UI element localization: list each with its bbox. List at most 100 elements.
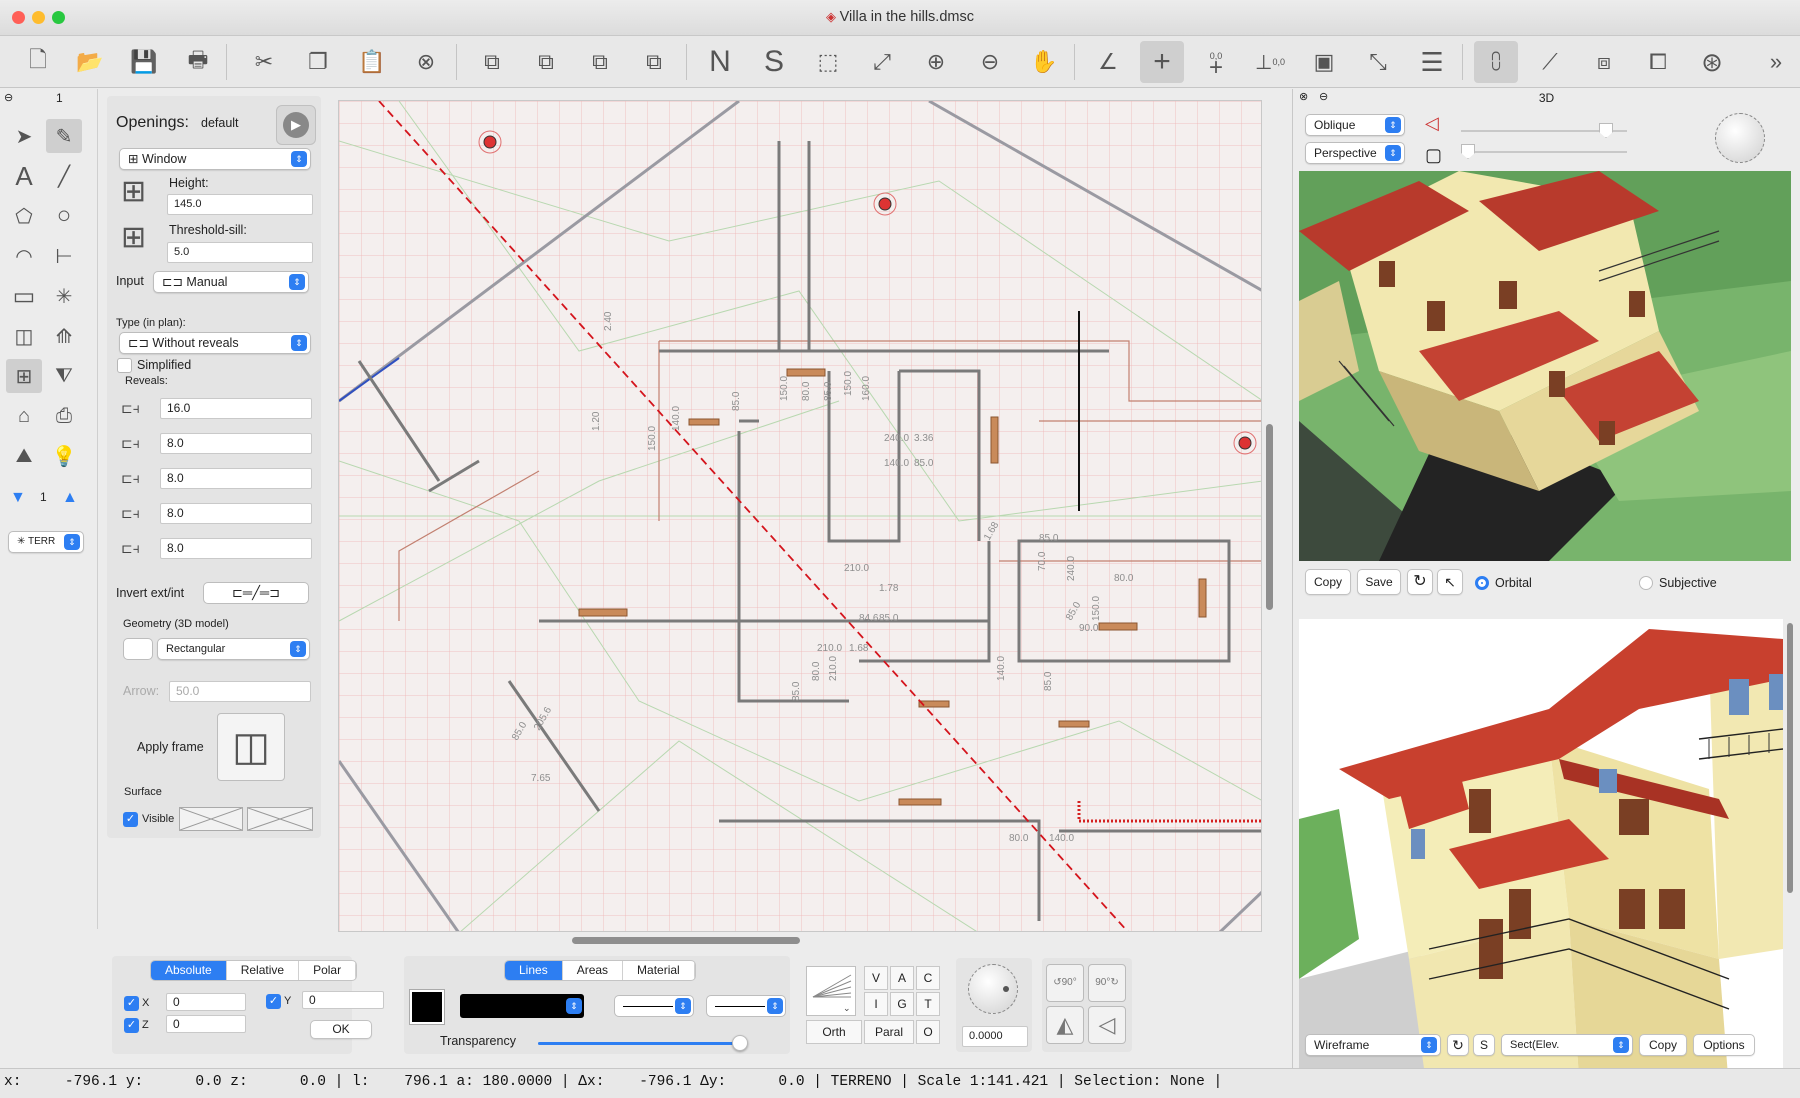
line-type-select[interactable]: ⇕ <box>614 995 694 1017</box>
orth-button[interactable]: Orth <box>806 1020 862 1044</box>
refresh-3d-icon[interactable]: ↻ <box>1447 1034 1469 1056</box>
paral-button[interactable]: Paral <box>864 1020 914 1044</box>
grid-snap-icon[interactable]: ⩇ <box>1474 41 1518 83</box>
tab-areas[interactable]: Areas <box>563 961 624 980</box>
opening-type-select[interactable]: ⊞ Window ⇕ <box>119 148 311 170</box>
angle-field[interactable]: 0.0000 <box>962 1026 1028 1047</box>
new-document-icon[interactable]: 🗋 <box>16 41 60 83</box>
dimension-tool-icon[interactable]: ⊢ <box>46 239 82 273</box>
light-tool-icon[interactable]: 💡 <box>46 439 82 473</box>
crosshair-icon[interactable]: + <box>1140 41 1184 83</box>
angle-dial[interactable] <box>968 964 1018 1014</box>
section-select[interactable]: Sect(Elev. ⇕ <box>1501 1034 1633 1056</box>
open-folder-icon[interactable]: 📂 <box>68 41 112 83</box>
south-icon[interactable]: S <box>752 41 796 83</box>
snap-t-button[interactable]: T <box>916 992 940 1016</box>
refresh-icon[interactable]: ↻ <box>1407 569 1433 595</box>
bring-to-front-icon[interactable]: ⧉ <box>632 41 676 83</box>
z-checkbox[interactable]: ✓ <box>124 1018 139 1033</box>
surface-swatch-1[interactable] <box>179 807 243 831</box>
snap-a-button[interactable]: A <box>890 966 914 990</box>
render-vertical-scrollbar[interactable] <box>1787 623 1793 893</box>
render-view-oblique[interactable] <box>1299 171 1791 561</box>
threshold-field[interactable]: 5.0 <box>167 242 313 263</box>
subjective-radio[interactable] <box>1639 576 1653 590</box>
surface-swatch-2[interactable] <box>247 807 313 831</box>
camera-tool-icon[interactable]: ⎙ <box>46 399 82 433</box>
reveal-4-field[interactable]: 8.0 <box>160 503 312 524</box>
equal-lines-icon[interactable]: ☰ <box>1410 41 1454 83</box>
plan-horizontal-scrollbar[interactable] <box>572 937 800 944</box>
projection-select[interactable]: Oblique ⇕ <box>1305 114 1405 136</box>
ruler-icon[interactable]: ⊥ 0,0 <box>1248 41 1292 83</box>
wheel-icon[interactable]: ⊛ <box>1690 41 1734 83</box>
plan-vertical-scrollbar[interactable] <box>1266 424 1273 610</box>
snap-g-button[interactable]: G <box>890 992 914 1016</box>
delete-icon[interactable]: ⊗ <box>404 41 448 83</box>
pointer-icon[interactable]: ↖ <box>1437 569 1463 595</box>
send-backward-icon[interactable]: ⧉ <box>524 41 568 83</box>
snap-c-button[interactable]: C <box>916 966 940 990</box>
line-color-swatch[interactable] <box>409 989 445 1025</box>
layers-icon[interactable]: ▣ <box>1302 41 1346 83</box>
y-checkbox[interactable]: ✓ <box>266 994 281 1009</box>
camera-mode-select[interactable]: Perspective ⇕ <box>1305 142 1405 164</box>
layer-select[interactable]: ✳ TERR ⇕ <box>8 531 84 553</box>
paste-icon[interactable]: 📋 <box>350 41 394 83</box>
tab-absolute[interactable]: Absolute <box>151 961 227 980</box>
snap-fan-icon[interactable]: ⌄ <box>806 966 856 1016</box>
zoom-out-icon[interactable]: ⊖ <box>968 41 1012 83</box>
roof-tool-icon[interactable]: ⟰ <box>46 319 82 353</box>
origin-icon[interactable]: 0,0 + <box>1194 41 1238 83</box>
orbit-dial[interactable] <box>1715 113 1765 163</box>
input-mode-select[interactable]: ⊏⊐ Manual ⇕ <box>153 271 309 293</box>
zoom-fit-selection-icon[interactable]: ⬚ <box>806 41 850 83</box>
render-view-perspective[interactable] <box>1299 619 1783 1098</box>
save-render-button[interactable]: Save <box>1357 569 1401 595</box>
cut-icon[interactable]: ✂ <box>242 41 286 83</box>
rotate-right-icon[interactable]: 90°↻ <box>1088 964 1126 1002</box>
tab-polar[interactable]: Polar <box>299 961 357 980</box>
transparency-slider[interactable] <box>538 1035 748 1051</box>
window-tool-icon[interactable]: ⊞ <box>6 359 42 393</box>
simplified-checkbox[interactable] <box>117 358 132 373</box>
selection-filter-icon[interactable]: ⤡ <box>1356 41 1400 83</box>
snap-i-button[interactable]: I <box>864 992 888 1016</box>
panel-detach-icon[interactable]: ⊖ <box>4 91 13 104</box>
x-field[interactable]: 0 <box>166 993 246 1011</box>
stair-tool-icon[interactable]: ⧨ <box>46 359 82 393</box>
reveal-3-field[interactable]: 8.0 <box>160 468 312 489</box>
transparency-knob[interactable] <box>731 1035 748 1051</box>
mirror-vertical-icon[interactable]: ◭ <box>1046 1006 1084 1044</box>
save-icon[interactable]: 💾 <box>122 41 166 83</box>
snap-v-button[interactable]: V <box>864 966 888 990</box>
y-field[interactable]: 0 <box>302 991 384 1009</box>
furniture-tool-icon[interactable]: ⌂ <box>6 399 42 433</box>
view-distance-slider[interactable] <box>1461 144 1627 159</box>
plan-canvas[interactable]: 150.0 80.0 85.0 150.0 160.0 240.0 140.0 3.36 85.… <box>338 100 1262 932</box>
bring-forward-icon[interactable]: ⧉ <box>578 41 622 83</box>
options-button[interactable]: Options <box>1693 1034 1755 1056</box>
height-field[interactable]: 145.0 <box>167 194 313 215</box>
north-icon[interactable]: N <box>698 41 742 83</box>
boxes-icon[interactable]: ⧠ <box>1636 41 1680 83</box>
copy-3d-button[interactable]: Copy <box>1639 1034 1687 1056</box>
box-icon[interactable]: ▢ <box>1425 145 1442 166</box>
arc-tool-icon[interactable]: ◠ <box>6 239 42 273</box>
reveal-1-field[interactable]: 16.0 <box>160 398 312 419</box>
view-angle-slider[interactable] <box>1461 123 1627 138</box>
rectangle-tool-icon[interactable]: ▭ <box>6 279 42 313</box>
more-icon[interactable]: » <box>1762 41 1790 83</box>
snap-o-button[interactable]: O <box>916 1020 940 1044</box>
polygon-tool-icon[interactable]: ⬠ <box>6 199 42 233</box>
pan-hand-icon[interactable]: ✋ <box>1022 41 1066 83</box>
level-down-icon[interactable]: ▼ <box>10 489 26 507</box>
line-end-select[interactable]: ⇕ <box>706 995 786 1017</box>
line-weight-select[interactable]: ⇕ <box>460 994 584 1018</box>
reveal-5-field[interactable]: 8.0 <box>160 538 312 559</box>
tab-relative[interactable]: Relative <box>227 961 300 980</box>
mirror-horizontal-icon[interactable]: ◁ <box>1088 1006 1126 1044</box>
print-icon[interactable]: 🖶 <box>176 41 220 83</box>
angle-snap-icon[interactable]: ∠ <box>1086 41 1130 83</box>
arrow-field[interactable]: 50.0 <box>169 681 311 702</box>
